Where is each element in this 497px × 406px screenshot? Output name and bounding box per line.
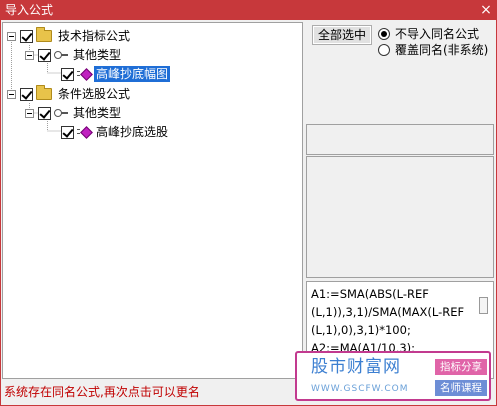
formula-icon	[77, 126, 91, 138]
watermark-logo: 股市财富网 WWW.GSCFW.COM 指标分享 名师课程	[295, 351, 491, 401]
tree-node-other-type-1[interactable]: 其他类型	[25, 46, 123, 64]
radio-button-selected[interactable]	[378, 28, 390, 40]
formula-source-text: A1:=SMA(ABS(L-REF (L,1)),3,1)/SMA(MAX(L-…	[311, 285, 481, 357]
tree-node-label: 其他类型	[73, 48, 122, 62]
select-all-button[interactable]: 全部选中	[312, 25, 372, 45]
radio-button[interactable]	[378, 44, 390, 56]
watermark-site-name: 股市财富网	[311, 357, 401, 377]
radio-overwrite-duplicates[interactable]: 覆盖同名(非系统)	[378, 43, 488, 57]
key-icon	[54, 50, 68, 60]
tree-node-label: 技术指标公式	[58, 29, 131, 43]
tree-node-tech-formula[interactable]: 技术指标公式	[7, 27, 132, 45]
collapse-icon[interactable]	[7, 89, 16, 99]
title-bar: 导入公式 ×	[0, 0, 497, 20]
watermark-tag-share: 指标分享	[435, 359, 487, 375]
info-panel-top	[306, 124, 494, 155]
checkbox[interactable]	[61, 125, 74, 139]
radio-label: 覆盖同名(非系统)	[395, 43, 489, 57]
checkbox[interactable]	[61, 67, 74, 81]
key-icon	[54, 108, 68, 118]
watermark-url: WWW.GSCFW.COM	[311, 384, 409, 394]
checkbox[interactable]	[38, 48, 51, 62]
collapse-icon[interactable]	[25, 108, 34, 118]
tree-node-label: 条件选股公式	[58, 87, 131, 101]
collapse-icon[interactable]	[7, 31, 16, 41]
info-panel-middle	[306, 156, 494, 278]
folder-icon	[36, 27, 52, 42]
radio-skip-duplicates[interactable]: 不导入同名公式	[378, 27, 479, 41]
tree-node-label-selected[interactable]: 高峰抄底幅图	[94, 66, 171, 82]
tree-node-formula-select[interactable]: 高峰抄底选股	[61, 123, 170, 141]
code-line: (L,1)),3,1)/SMA(MAX(L-REF	[311, 305, 465, 319]
checkbox[interactable]	[20, 87, 33, 101]
checkbox[interactable]	[38, 106, 51, 120]
window-title: 导入公式	[5, 3, 54, 17]
folder-icon	[36, 85, 52, 100]
formula-icon	[77, 68, 91, 80]
scrollbar-thumb[interactable]	[479, 297, 488, 314]
radio-label: 不导入同名公式	[395, 27, 480, 41]
tree-node-formula-chart[interactable]: 高峰抄底幅图	[61, 65, 171, 83]
tree-node-stock-select-formula[interactable]: 条件选股公式	[7, 85, 132, 103]
tree-node-label: 其他类型	[73, 106, 122, 120]
formula-tree[interactable]: 技术指标公式 其他类型 高峰抄底幅图 条件选股公式 其他类型 高峰抄底选股	[2, 22, 303, 379]
collapse-icon[interactable]	[25, 50, 34, 60]
tree-node-label: 高峰抄底选股	[96, 125, 169, 139]
code-line: A1:=SMA(ABS(L-REF	[311, 287, 429, 301]
checkbox[interactable]	[20, 29, 33, 43]
watermark-tag-course: 名师课程	[435, 380, 487, 396]
tree-node-other-type-2[interactable]: 其他类型	[25, 104, 123, 122]
status-message: 系统存在同名公式,再次点击可以更名	[4, 385, 200, 399]
code-line: (L,1),0),3,1)*100;	[311, 323, 411, 337]
close-icon[interactable]: ×	[478, 2, 494, 18]
